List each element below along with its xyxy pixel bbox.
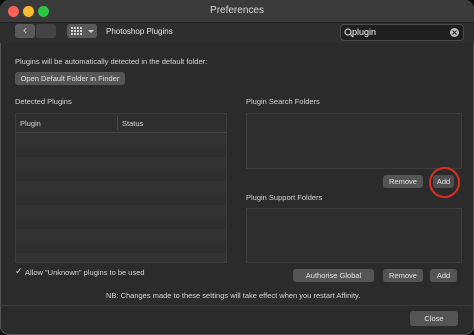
divider [0, 305, 474, 306]
back-icon: ‹ [23, 23, 27, 37]
search-folders-remove-button[interactable]: Remove [383, 175, 423, 188]
back-button[interactable]: ‹ [15, 24, 35, 38]
support-folders-list[interactable] [246, 208, 462, 263]
section-title: Photoshop Plugins [106, 27, 173, 36]
allow-unknown-label: Allow "Unknown" plugins to be used [25, 268, 145, 277]
search-folders-title: Plugin Search Folders [246, 97, 320, 106]
dropdown-arrow-icon [88, 30, 94, 33]
column-status[interactable]: Status [122, 119, 143, 128]
table-row [16, 205, 226, 217]
auto-detect-info: Plugins will be automatically detected i… [15, 57, 208, 66]
highlight-circle [429, 167, 460, 198]
allow-unknown-checkbox[interactable]: ✓ [15, 267, 24, 276]
table-row [16, 157, 226, 169]
window-title: Preferences [210, 5, 264, 16]
search-folders-list[interactable] [246, 113, 462, 169]
forward-button[interactable] [36, 24, 56, 38]
clear-search-icon[interactable] [450, 28, 459, 37]
preferences-window: Preferences ‹ Photoshop Plugins plugin P… [0, 0, 474, 335]
table-row [16, 181, 226, 193]
table-header: Plugin Status [16, 114, 226, 133]
column-plugin[interactable]: Plugin [20, 119, 41, 128]
close-button[interactable]: Close [410, 311, 458, 326]
authorise-global-button[interactable]: Authorise Global [293, 269, 374, 282]
title-bar: Preferences [0, 0, 474, 23]
open-default-folder-button[interactable]: Open Default Folder in Finder [15, 72, 125, 85]
support-folders-remove-button[interactable]: Remove [383, 269, 423, 282]
table-row [16, 253, 226, 262]
table-row [16, 229, 226, 241]
restart-note: NB: Changes made to these settings will … [106, 291, 361, 300]
column-divider [117, 116, 118, 130]
detected-plugins-table: Plugin Status [15, 113, 227, 263]
support-folders-add-button[interactable]: Add [430, 269, 457, 282]
sections-grid-button[interactable] [67, 24, 97, 38]
detected-plugins-title: Detected Plugins [15, 97, 72, 106]
search-input[interactable]: plugin [352, 27, 376, 37]
grid-icon [71, 27, 94, 35]
checkmark-icon: ✓ [15, 266, 23, 276]
table-row [16, 133, 226, 145]
support-folders-title: Plugin Support Folders [246, 193, 323, 202]
